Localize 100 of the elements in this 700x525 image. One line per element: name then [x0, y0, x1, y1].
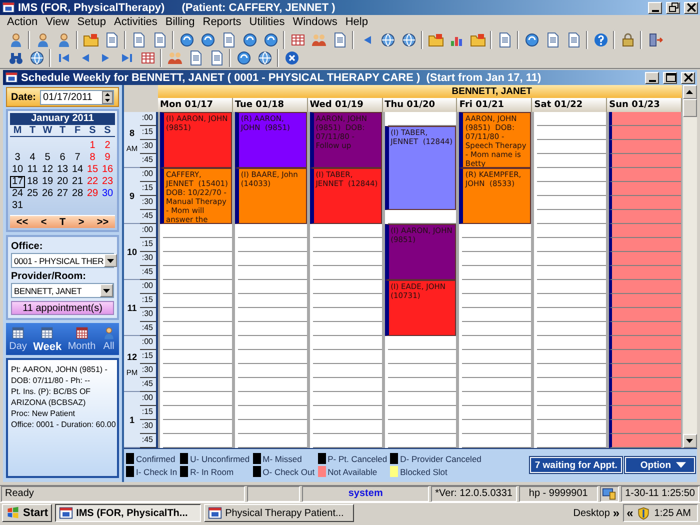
- scroll-down-button[interactable]: [682, 434, 697, 448]
- calendar-date[interactable]: 27: [55, 188, 70, 200]
- document-icon: [208, 50, 224, 66]
- calendar-date[interactable]: 10: [10, 164, 25, 176]
- scrollbar[interactable]: [682, 85, 697, 448]
- office-dropdown[interactable]: 0001 - PHYSICAL THER: [11, 253, 114, 268]
- day-header[interactable]: Mon 01/17: [158, 98, 233, 112]
- status-datetime: 1-30-11 1:25:50: [621, 486, 699, 502]
- expand-arrows[interactable]: »: [612, 506, 620, 520]
- waiting-button[interactable]: 7 waiting for Appt.: [530, 457, 622, 473]
- calendar-date[interactable]: 5: [40, 152, 55, 164]
- unavailable-slot: [609, 238, 681, 252]
- minute-label: :45: [140, 322, 156, 336]
- day-header[interactable]: Sat 01/22: [532, 98, 608, 112]
- unavailable-slot: [609, 420, 681, 434]
- calendar-date[interactable]: 19: [40, 176, 55, 188]
- minute-label: :15: [140, 182, 156, 196]
- calendar-date[interactable]: 13: [55, 164, 70, 176]
- spin-button[interactable]: [102, 90, 113, 104]
- day-header[interactable]: Sun 01/23: [607, 98, 682, 112]
- calendar-date[interactable]: 25: [25, 188, 40, 200]
- people-icon: [310, 32, 326, 48]
- desktop-toolbar-label[interactable]: Desktop: [573, 508, 610, 518]
- calendar-date[interactable]: 26: [40, 188, 55, 200]
- scroll-up-icon: [686, 90, 694, 94]
- calendar-date[interactable]: 30: [100, 188, 115, 200]
- date-field[interactable]: 01/17/2011: [40, 90, 114, 104]
- collapse-arrows[interactable]: «: [626, 506, 634, 520]
- calendar-date[interactable]: 11: [25, 164, 40, 176]
- folder-icon: [470, 32, 486, 48]
- provider-label: Provider/Room:: [11, 271, 88, 282]
- folder-icon: [428, 32, 444, 48]
- calendar-date[interactable]: 7: [70, 152, 85, 164]
- calendar-date[interactable]: 24: [10, 188, 25, 200]
- minute-label: :15: [140, 294, 156, 308]
- calendar-nav-button[interactable]: <: [38, 216, 50, 228]
- close-button[interactable]: [684, 2, 698, 14]
- menu-item[interactable]: Help: [341, 16, 372, 28]
- menu-item[interactable]: Reports: [198, 16, 246, 28]
- start-button[interactable]: Start: [2, 504, 52, 522]
- calendar-nav-button[interactable]: >: [75, 216, 88, 228]
- calendar-date[interactable]: 20: [55, 176, 70, 188]
- unavailable-slot: [609, 308, 681, 322]
- scrollbar-thumb[interactable]: [682, 99, 697, 117]
- day-header[interactable]: Fri 01/21: [457, 98, 532, 112]
- restore-button[interactable]: [666, 2, 680, 14]
- calendar-date[interactable]: 17: [10, 176, 25, 188]
- calendar-date[interactable]: 28: [70, 188, 85, 200]
- calendar-date[interactable]: 14: [70, 164, 85, 176]
- menu-item[interactable]: Action: [3, 16, 42, 28]
- calendar-nav-button[interactable]: T: [56, 216, 69, 228]
- view-tab[interactable]: Day: [7, 326, 29, 352]
- legend-label: O- Check Out: [262, 466, 315, 476]
- calendar-date[interactable]: 6: [55, 152, 70, 164]
- day-header[interactable]: Tue 01/18: [232, 98, 308, 112]
- hour-label: 12: [126, 352, 137, 362]
- view-tab[interactable]: All: [100, 326, 118, 352]
- minute-label: :45: [140, 378, 156, 392]
- calendar-nav-button[interactable]: <<: [13, 216, 32, 228]
- computer-icon: [602, 487, 616, 501]
- legend-label: D- Provider Canceled: [400, 454, 482, 464]
- globe-icon: [256, 50, 272, 66]
- scroll-up-button[interactable]: [682, 85, 697, 99]
- calendar-date[interactable]: 31: [10, 200, 25, 212]
- menu-item[interactable]: Activities: [110, 16, 162, 28]
- lock-icon: [620, 32, 636, 48]
- legend-label: P- Pt. Canceled: [328, 454, 388, 464]
- view-tab[interactable]: Week: [31, 326, 64, 352]
- menu-item[interactable]: Windows: [288, 16, 342, 28]
- calendar-date[interactable]: 12: [40, 164, 55, 176]
- calendar-date[interactable]: 18: [25, 176, 40, 188]
- calendar-date[interactable]: 4: [25, 152, 40, 164]
- close-button[interactable]: [681, 72, 695, 84]
- option-button[interactable]: Option: [625, 457, 695, 473]
- calendar-date[interactable]: 3: [10, 152, 25, 164]
- day-header[interactable]: Wed 01/19: [308, 98, 383, 112]
- menu-item[interactable]: Utilities: [245, 16, 289, 28]
- taskbar-button[interactable]: IMS (FOR, PhysicalTh...: [55, 504, 202, 522]
- unavailable-slot: [609, 378, 681, 392]
- taskbar-button[interactable]: Physical Therapy Patient...: [204, 504, 354, 522]
- unavailable-slot: [609, 182, 681, 196]
- restore-icon: [668, 2, 678, 13]
- minimize-button[interactable]: [648, 2, 662, 14]
- maximize-button[interactable]: [663, 72, 677, 84]
- maximize-icon: [664, 72, 676, 83]
- appointments-button[interactable]: 11 appointment(s): [11, 301, 114, 315]
- status-panel: [247, 486, 300, 502]
- refresh-icon: [262, 32, 278, 48]
- menu-item[interactable]: View: [42, 16, 74, 28]
- day-header[interactable]: Thu 01/20: [382, 98, 458, 112]
- view-tab[interactable]: Month: [66, 326, 98, 352]
- calendar-nav-button[interactable]: >>: [94, 216, 112, 228]
- date-label: Date:: [11, 92, 36, 102]
- menu-item[interactable]: Billing: [161, 16, 199, 28]
- minimize-button[interactable]: [645, 72, 659, 84]
- minimize-icon: [648, 80, 656, 82]
- menu-item[interactable]: Setup: [73, 16, 110, 28]
- provider-dropdown[interactable]: BENNETT, JANET: [11, 283, 114, 298]
- unavailable-slot: [609, 364, 681, 378]
- calendar-date[interactable]: 21: [70, 176, 85, 188]
